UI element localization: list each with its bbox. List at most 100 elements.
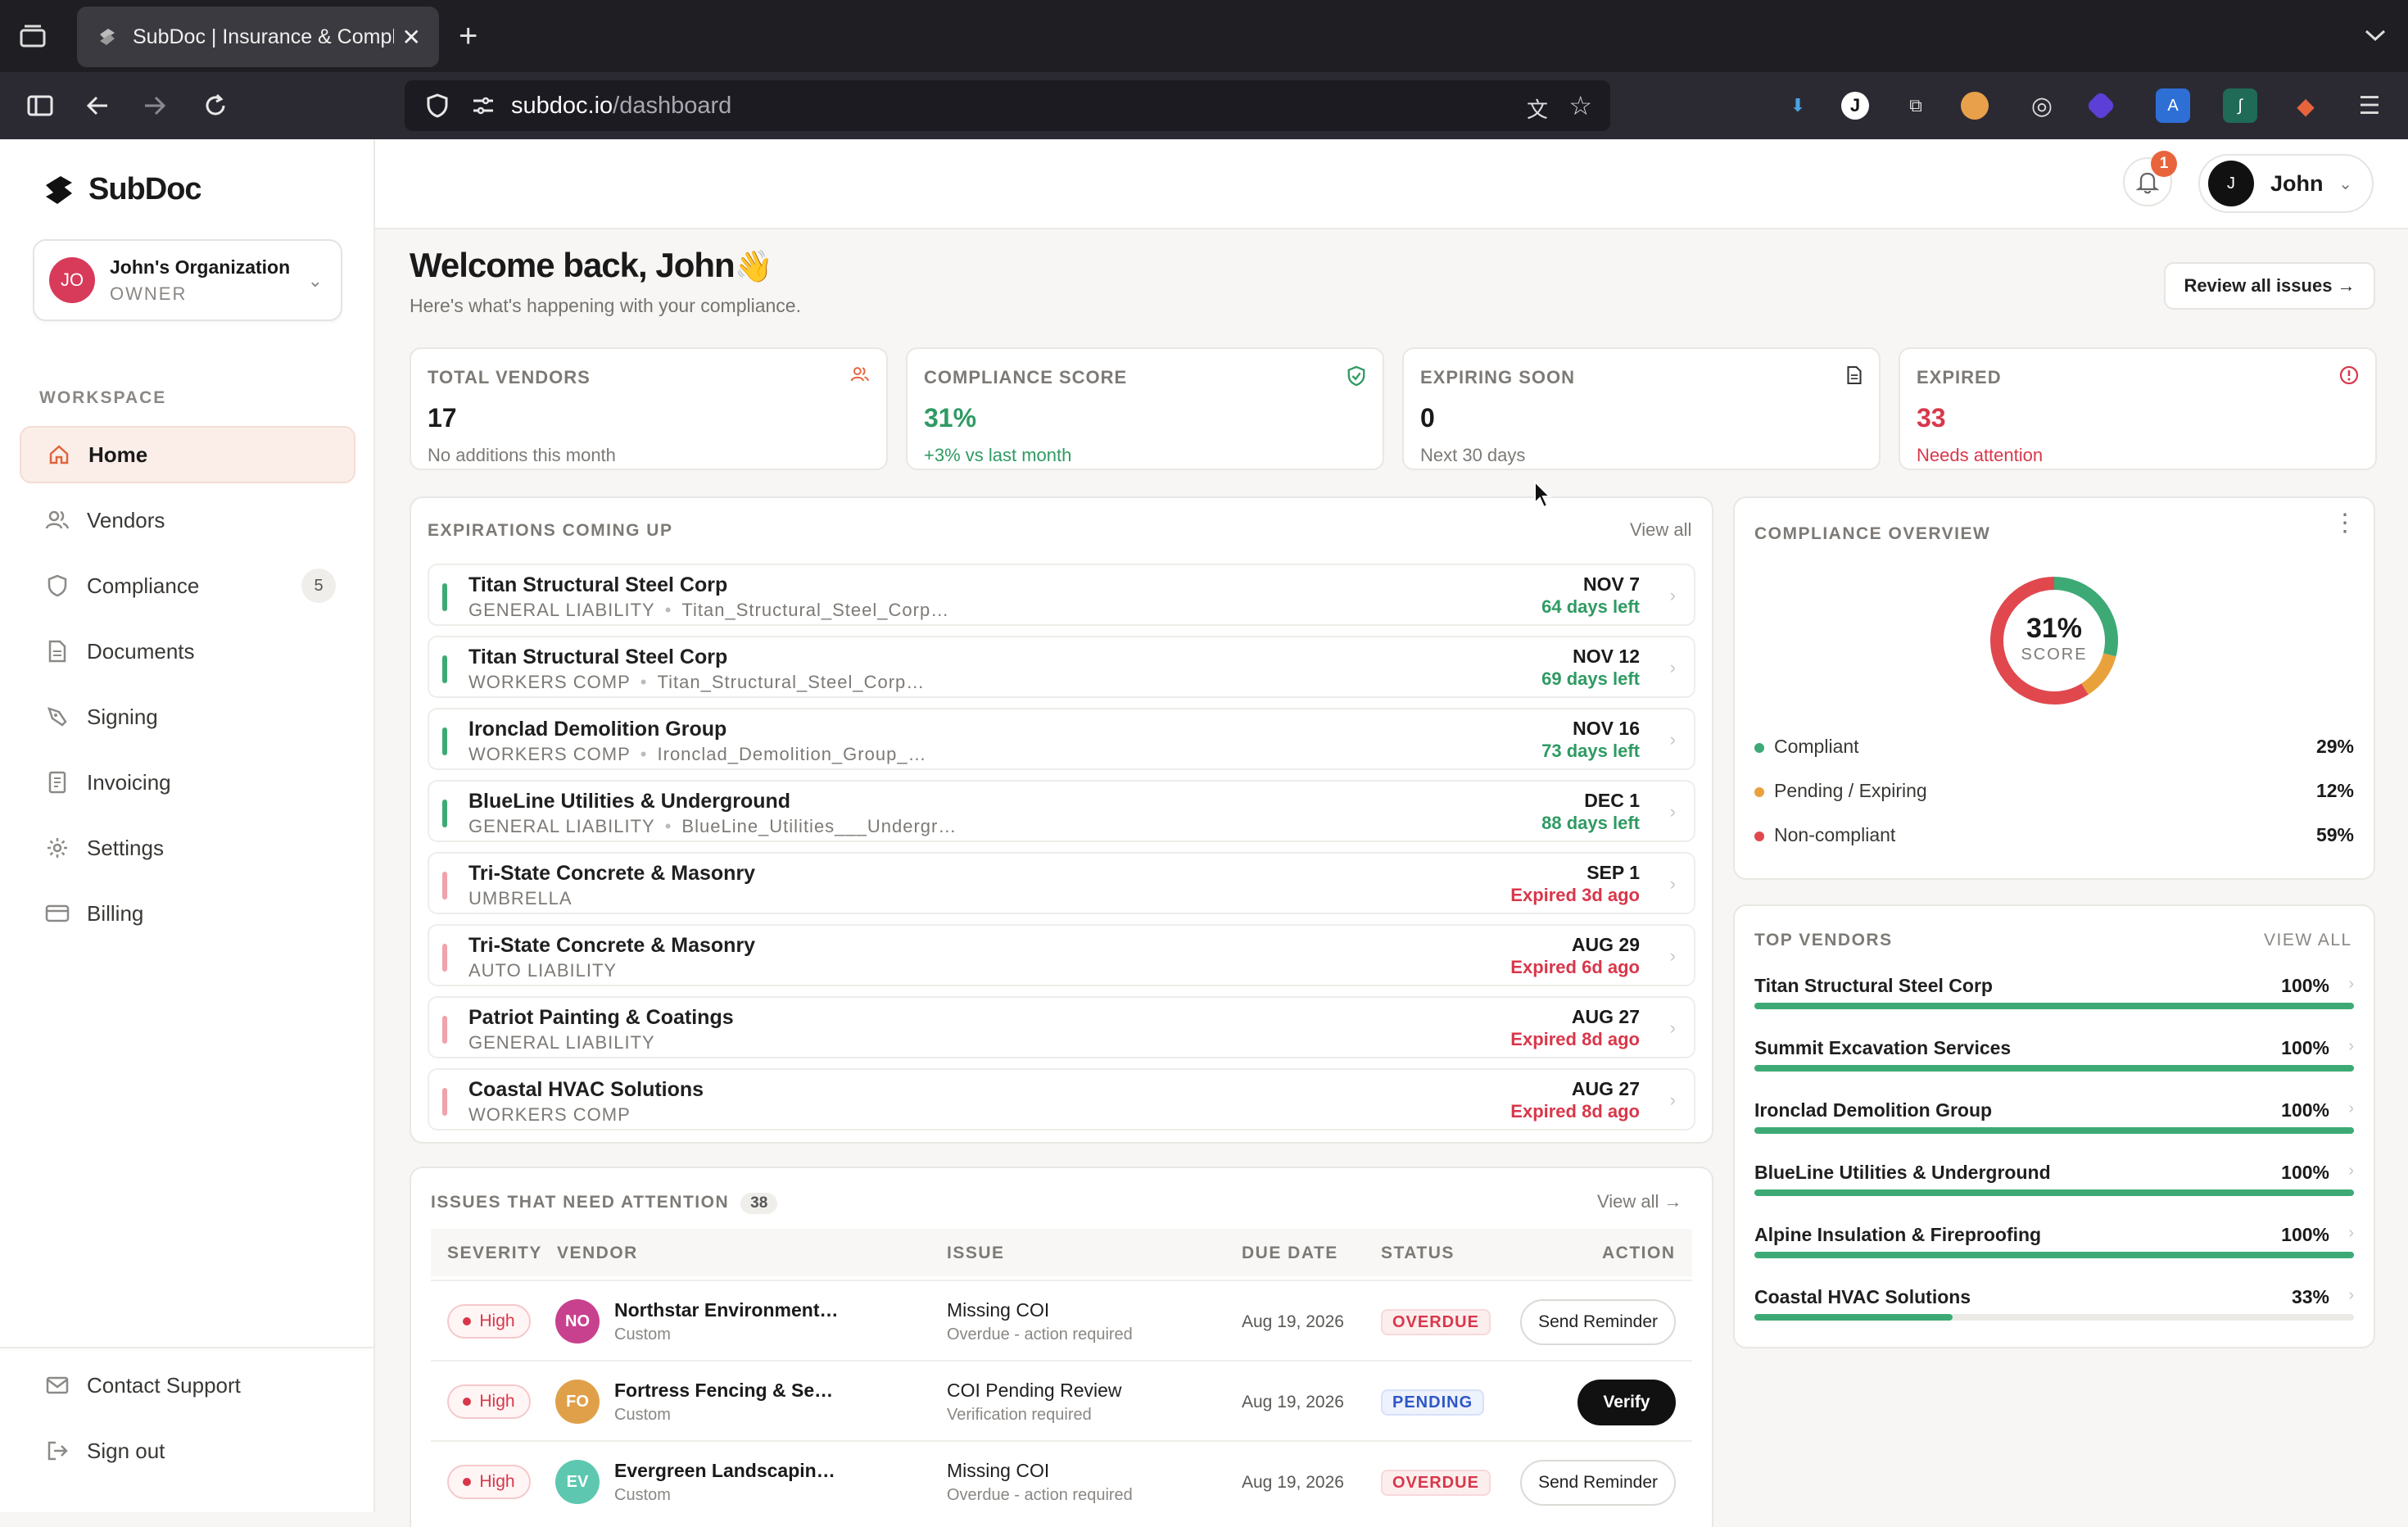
legend-dot-icon xyxy=(1754,742,1764,753)
legend-label: Compliant xyxy=(1774,736,1859,757)
forward-arrow-icon[interactable] xyxy=(136,87,174,125)
review-all-issues-button[interactable]: Review all issues → xyxy=(2164,262,2375,310)
downloads-icon[interactable]: ⬇ xyxy=(1781,88,1815,123)
send-reminder-button[interactable]: Send Reminder xyxy=(1520,1299,1676,1345)
page-settings-icon[interactable] xyxy=(472,96,495,116)
organization-switcher[interactable]: JO John's Organization OWNER ⌄ xyxy=(33,239,342,321)
verify-button[interactable]: Verify xyxy=(1577,1380,1676,1425)
top-vendor-row[interactable]: Ironclad Demolition Group 100% › xyxy=(1754,1099,2354,1149)
expiration-row[interactable]: Patriot Painting & Coatings GENERAL LIAB… xyxy=(428,996,1695,1058)
translate-icon[interactable]: 文 xyxy=(1527,93,1548,124)
translate-extension-icon[interactable]: A xyxy=(2156,88,2190,123)
top-vendor-row[interactable]: Summit Excavation Services 100% › xyxy=(1754,1037,2354,1086)
progress-fill xyxy=(1754,1189,2354,1196)
column-header-severity: SEVERITY xyxy=(447,1244,542,1262)
active-tab[interactable]: SubDoc | Insurance & Complian ✕ xyxy=(77,7,439,67)
top-vendor-row[interactable]: Alpine Insulation & Fireproofing 100% › xyxy=(1754,1224,2354,1273)
menu-hamburger-icon[interactable]: ☰ xyxy=(2352,88,2387,123)
extensions-puzzle-icon[interactable]: ⧉ xyxy=(1899,88,1933,123)
sidebar-item-invoicing[interactable]: Invoicing xyxy=(20,754,355,811)
extension-j-icon[interactable]: J xyxy=(1841,92,1869,120)
more-options-icon[interactable]: ⋮ xyxy=(2333,511,2357,536)
expiration-vendor-name: Patriot Painting & Coatings xyxy=(468,1006,734,1029)
expiration-row[interactable]: Ironclad Demolition Group WORKERS COMP • I… xyxy=(428,708,1695,770)
severity-dot-icon xyxy=(463,1317,472,1325)
issue-vendor-name[interactable]: Northstar Environment… xyxy=(614,1299,838,1321)
bookmark-star-icon[interactable]: ☆ xyxy=(1568,90,1592,121)
sidebar-toggle-icon[interactable] xyxy=(21,87,59,125)
org-name: John's Organization xyxy=(110,256,291,278)
top-vendors-view-all-link[interactable]: VIEW ALL xyxy=(2264,931,2352,950)
top-vendor-percent: 100% xyxy=(2281,1037,2329,1058)
column-header-status: STATUS xyxy=(1381,1244,1455,1262)
expiration-row[interactable]: Titan Structural Steel Corp GENERAL LIAB… xyxy=(428,564,1695,626)
close-tab-icon[interactable]: ✕ xyxy=(402,24,421,51)
sidebar-item-signing[interactable]: Signing xyxy=(20,688,355,745)
sidebar-item-home[interactable]: Home xyxy=(20,426,355,483)
tab-list-chevron-icon[interactable] xyxy=(2364,21,2387,49)
reload-icon[interactable] xyxy=(197,87,234,125)
legend-item: Non-compliant 59% xyxy=(1754,824,2354,857)
top-vendor-row[interactable]: Coastal HVAC Solutions 33% › xyxy=(1754,1286,2354,1335)
metamask-icon[interactable]: ◆ xyxy=(2288,88,2323,123)
column-header-action: ACTION xyxy=(1602,1244,1676,1262)
cookie-icon[interactable]: ◎ xyxy=(2025,88,2059,123)
document-icon xyxy=(1846,365,1863,391)
extension-green-icon[interactable]: ∫ xyxy=(2223,88,2257,123)
user-menu-button[interactable]: J John ⌄ xyxy=(2198,154,2374,213)
sidebar-item-vendors[interactable]: Vendors xyxy=(20,492,355,549)
sign-out-link[interactable]: Sign out xyxy=(20,1422,355,1479)
back-arrow-icon[interactable] xyxy=(79,87,116,125)
expiration-row[interactable]: Titan Structural Steel Corp WORKERS COMP… xyxy=(428,636,1695,698)
address-bar[interactable]: subdoc.io/dashboard 文 ☆ xyxy=(405,80,1610,131)
contact-support-link[interactable]: Contact Support xyxy=(20,1357,355,1414)
stat-card-expired[interactable]: EXPIRED 33 Needs attention xyxy=(1899,347,2377,470)
sidebar-item-billing[interactable]: Billing xyxy=(20,885,355,942)
chevron-right-icon: › xyxy=(2348,1286,2354,1304)
expiration-row[interactable]: Tri-State Concrete & Masonry AUTO LIABIL… xyxy=(428,924,1695,986)
progress-fill xyxy=(1754,1252,2354,1258)
expiration-coverage-type: UMBRELLA xyxy=(468,888,573,908)
stat-label: EXPIRING SOON xyxy=(1420,367,1576,387)
stat-card-total-vendors[interactable]: TOTAL VENDORS 17 No additions this month xyxy=(410,347,888,470)
expiration-vendor-name: Coastal HVAC Solutions xyxy=(468,1078,704,1101)
stat-value: 0 xyxy=(1420,403,1435,433)
top-vendor-name: Alpine Insulation & Fireproofing xyxy=(1754,1224,2042,1245)
expiration-relative-time: Expired 8d ago xyxy=(1510,1101,1640,1121)
expiration-coverage-type: WORKERS COMP • Ironclad_Demolition_Group_… xyxy=(468,744,927,764)
issue-vendor-name[interactable]: Evergreen Landscapin… xyxy=(614,1460,835,1482)
issues-count-badge: 38 xyxy=(740,1193,778,1214)
user-name: John xyxy=(2270,170,2324,196)
shield-icon[interactable] xyxy=(426,93,449,118)
top-header xyxy=(375,139,2408,229)
extension-fox-icon[interactable] xyxy=(1961,92,1989,120)
sidebar-item-settings[interactable]: Settings xyxy=(20,819,355,877)
top-vendor-row[interactable]: Titan Structural Steel Corp 100% › xyxy=(1754,975,2354,1024)
issue-vendor-name[interactable]: Fortress Fencing & Se… xyxy=(614,1380,833,1402)
notifications-button[interactable]: 1 xyxy=(2123,151,2177,206)
tab-overview-icon[interactable] xyxy=(16,20,49,52)
issues-view-all-link[interactable]: View all → xyxy=(1597,1191,1682,1212)
top-vendor-percent: 100% xyxy=(2281,1162,2329,1183)
expiration-row[interactable]: Coastal HVAC Solutions WORKERS COMP AUG … xyxy=(428,1068,1695,1131)
issue-title: Missing COI xyxy=(947,1299,1050,1321)
sidebar-item-documents[interactable]: Documents xyxy=(20,623,355,680)
expiration-coverage-type: GENERAL LIABILITY • BlueLine_Utilities___U… xyxy=(468,816,957,836)
send-reminder-button[interactable]: Send Reminder xyxy=(1520,1460,1676,1506)
new-tab-icon[interactable]: + xyxy=(459,20,478,52)
sidebar-item-compliance[interactable]: Compliance 5 xyxy=(20,557,355,614)
stat-card-compliance-score[interactable]: COMPLIANCE SCORE 31% +3% vs last month xyxy=(906,347,1384,470)
expirations-view-all-link[interactable]: View all xyxy=(1630,519,1691,541)
stat-value: 33 xyxy=(1917,403,1946,433)
brand-logo[interactable]: SubDoc xyxy=(43,172,202,207)
expiration-row[interactable]: Tri-State Concrete & Masonry UMBRELLA SE… xyxy=(428,852,1695,914)
legend-label: Pending / Expiring xyxy=(1774,780,1927,801)
stat-card-expiring-soon[interactable]: EXPIRING SOON 0 Next 30 days xyxy=(1402,347,1881,470)
progress-track xyxy=(1754,1189,2354,1196)
top-vendor-row[interactable]: BlueLine Utilities & Underground 100% › xyxy=(1754,1162,2354,1211)
expiration-relative-time: Expired 8d ago xyxy=(1510,1029,1640,1049)
expiration-file-name: BlueLine_Utilities___Undergr… xyxy=(681,816,957,836)
top-vendor-percent: 100% xyxy=(2281,1099,2329,1121)
expiration-row[interactable]: BlueLine Utilities & Underground GENERAL… xyxy=(428,780,1695,842)
expiration-relative-time: 69 days left xyxy=(1541,668,1640,689)
